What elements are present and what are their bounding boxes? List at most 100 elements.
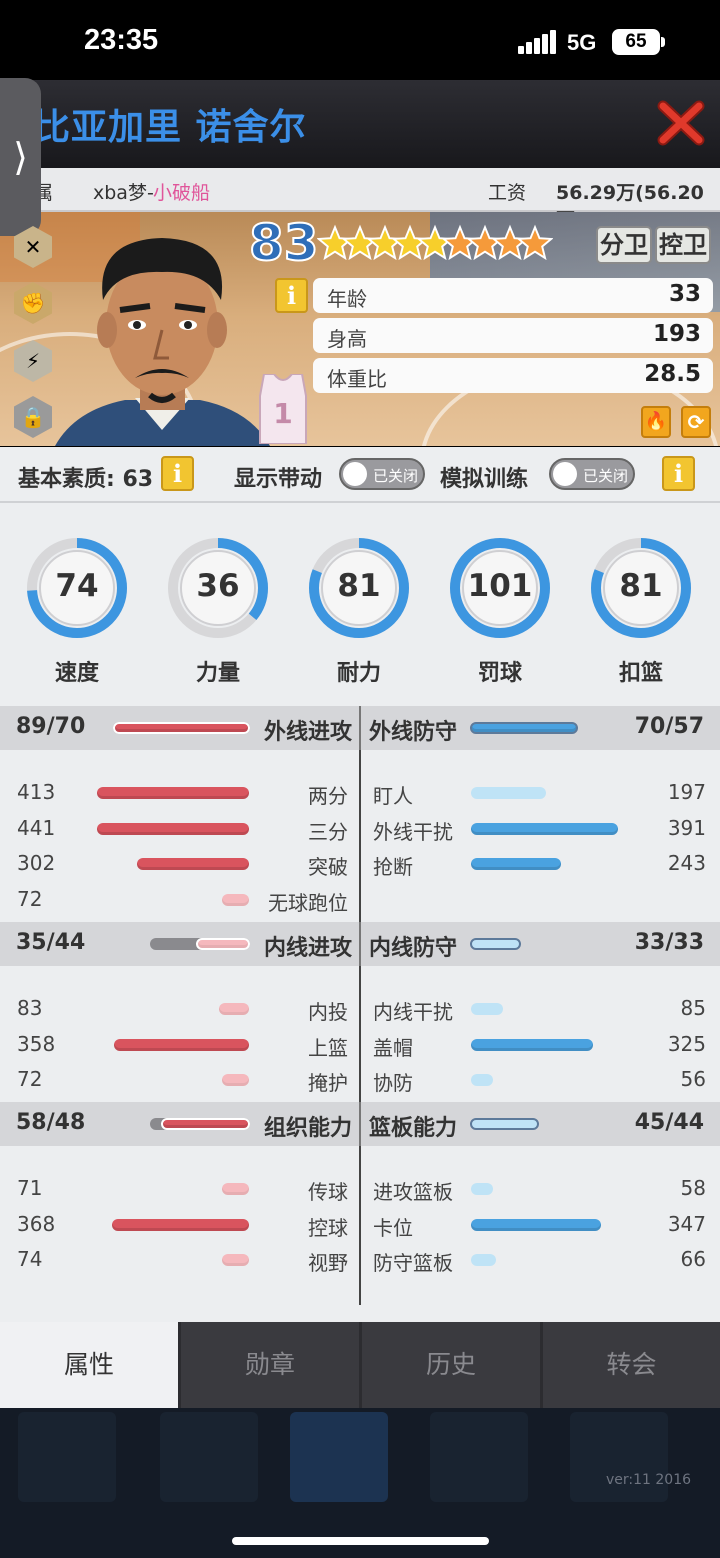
bio-info-button[interactable]: i — [275, 278, 308, 313]
stat-left-label: 上篮 — [308, 1035, 348, 1060]
battery-icon: 65 — [612, 29, 660, 55]
stat-right-bar — [471, 1218, 601, 1231]
section-left-title: 外线进攻 — [264, 720, 353, 745]
close-button[interactable] — [657, 100, 705, 146]
section-header: 89/70 外线进攻 外线防守 70/57 — [0, 706, 720, 750]
stat-left-bar — [221, 1074, 249, 1086]
battery-tip — [661, 37, 665, 47]
stat-right-label: 卡位 — [373, 1215, 413, 1240]
refresh-icon[interactable]: ⟳ — [681, 406, 711, 438]
train-toggle-label: 已关闭 — [583, 467, 629, 485]
section-left-score: 58/48 — [16, 1110, 86, 1135]
stat-right-value: 58 — [680, 1176, 706, 1200]
side-expand-tab[interactable]: ⟩ — [0, 78, 41, 236]
section-right-score: 70/57 — [634, 714, 704, 739]
stat-right-bar — [471, 1038, 594, 1051]
bio-age-label: 年龄 — [327, 287, 367, 311]
dial-4: 101 — [447, 530, 553, 646]
bio-height: 身高 193 — [313, 318, 713, 353]
dial-label: 力量 — [195, 661, 240, 686]
position-tag-1: 分卫 — [596, 226, 652, 264]
jersey-number: 1 — [273, 397, 293, 430]
stat-left-value: 83 — [17, 996, 43, 1020]
stat-left-label: 突破 — [308, 855, 348, 879]
stat-right-bar — [471, 1074, 494, 1086]
dial-value: 36 — [196, 568, 240, 604]
salary-label: 工资 — [488, 182, 527, 204]
stat-right-value: 347 — [667, 1211, 706, 1236]
train-info-button[interactable]: i — [662, 456, 695, 491]
section-left-title: 内线进攻 — [264, 936, 353, 961]
stat-right-label: 盯人 — [373, 784, 413, 808]
stat-left-bar — [136, 858, 249, 870]
stat-left-label: 无球跑位 — [268, 890, 348, 915]
stat-right-label: 协防 — [373, 1071, 413, 1095]
stat-right-value: 197 — [667, 780, 706, 804]
stat-right-value: 391 — [667, 815, 706, 840]
stat-left-bar — [114, 1038, 249, 1051]
stat-left-bar — [221, 1254, 249, 1266]
bio-age-value: 33 — [668, 281, 701, 307]
stat-left-label: 掩护 — [308, 1071, 348, 1095]
bio-age: 年龄 33 — [313, 278, 713, 313]
section-divider — [359, 922, 361, 966]
section-right-title: 外线防守 — [369, 720, 458, 745]
stat-left-value: 368 — [17, 1211, 56, 1236]
player-avatar — [55, 238, 270, 446]
dial-1: 74 — [24, 530, 130, 646]
stat-left-value: 71 — [17, 1176, 43, 1200]
section-right-title: 篮板能力 — [369, 1116, 458, 1141]
status-time: 23:35 — [84, 24, 159, 56]
tab-transfer[interactable]: 转会 — [543, 1322, 720, 1408]
stat-left-bar — [97, 822, 249, 835]
section-right-bar — [470, 938, 521, 950]
overall-rating: 83 — [248, 213, 320, 273]
tab-medals[interactable]: 勋章 — [181, 1322, 359, 1408]
team-name[interactable]: 小破船 — [153, 178, 210, 205]
stat-right-label: 内线干扰 — [373, 1000, 453, 1024]
stat-left-value: 358 — [17, 1031, 56, 1056]
stat-left-bar — [111, 1218, 249, 1231]
drive-toggle[interactable]: 已关闭 — [339, 458, 425, 490]
section-left-bar — [196, 938, 250, 950]
stat-left-value: 74 — [17, 1247, 43, 1271]
fire-icon[interactable]: 🔥 — [641, 406, 671, 438]
dial-value: 74 — [55, 568, 99, 604]
star-rating — [317, 220, 557, 270]
player-name: 比亚加里 诺舍尔 — [34, 107, 307, 148]
info-row: 属 xba梦- 小破船 工资 56.29万(56.20万) — [0, 168, 720, 231]
bio-weight-ratio: 体重比 28.5 — [313, 358, 713, 393]
stat-left-label: 传球 — [308, 1180, 348, 1204]
stat-left-value: 413 — [17, 780, 56, 804]
stat-right-value: 66 — [680, 1247, 706, 1271]
train-toggle[interactable]: 已关闭 — [549, 458, 635, 490]
stat-left-value: 302 — [17, 851, 56, 875]
stat-left-bar — [219, 1003, 249, 1015]
stat-right-value: 85 — [680, 996, 706, 1020]
dial-label: 速度 — [54, 661, 99, 686]
dial-label: 扣篮 — [618, 661, 663, 686]
stat-left-value: 72 — [17, 1067, 43, 1091]
tab-attributes[interactable]: 属性 — [0, 1322, 178, 1408]
stat-right-bar — [471, 1254, 496, 1266]
stat-right-value: 243 — [667, 851, 706, 875]
stat-left-bar — [97, 787, 249, 799]
background-game-menu: ver:11 2016 — [0, 1408, 720, 1558]
row-divider — [359, 966, 361, 1125]
stat-left-label: 控球 — [308, 1215, 348, 1240]
stat-right-value: 325 — [667, 1031, 706, 1056]
bio-height-value: 193 — [652, 321, 701, 347]
stat-left-label: 两分 — [308, 784, 348, 808]
tab-history[interactable]: 历史 — [362, 1322, 540, 1408]
stat-right-label: 盖帽 — [373, 1035, 413, 1060]
dial-label: 罚球 — [477, 661, 522, 686]
section-right-bar — [470, 722, 578, 734]
team-prefix: xba梦- — [93, 182, 154, 204]
bio-weight-value: 28.5 — [644, 361, 701, 387]
position-tag-2: 控卫 — [655, 226, 711, 264]
base-quality-info-button[interactable]: i — [161, 456, 194, 491]
dial-value: 81 — [337, 568, 381, 604]
signal-icon — [518, 30, 556, 54]
home-indicator[interactable] — [232, 1537, 489, 1545]
section-left-bar — [112, 722, 250, 734]
